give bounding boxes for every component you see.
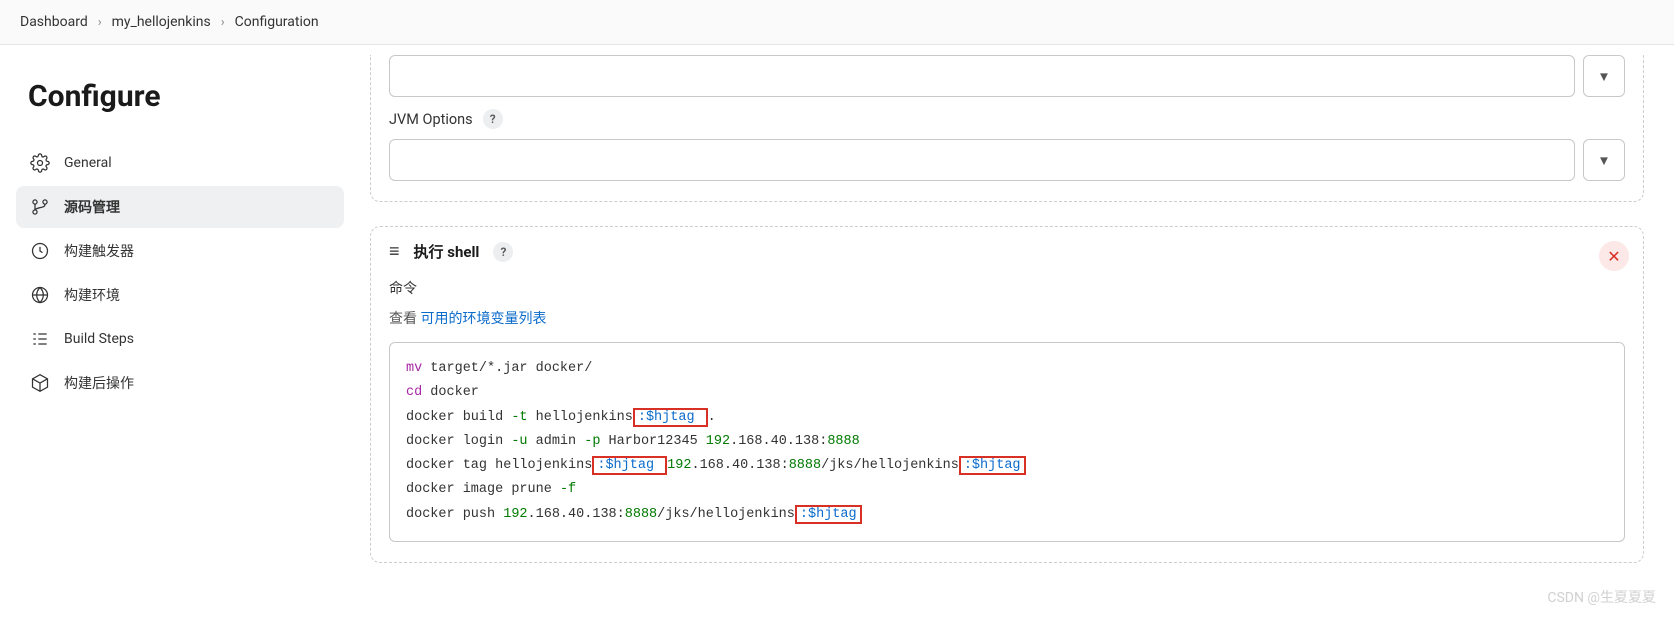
chevron-down-icon: ▼ <box>1597 153 1610 168</box>
sidebar-item-scm[interactable]: 源码管理 <box>16 186 344 228</box>
breadcrumb-item-project[interactable]: my_hellojenkins <box>112 14 211 30</box>
cube-icon <box>30 373 50 393</box>
sidebar: Configure General 源码管理 构建触发器 构建环境 <box>0 45 360 607</box>
main-content: ▼ JVM Options ? ▼ ✕ ≡ 执行 shell ? <box>360 45 1674 607</box>
chevron-right-icon: › <box>98 15 102 30</box>
sidebar-item-post-build[interactable]: 构建后操作 <box>16 362 344 404</box>
text-input-1[interactable] <box>389 55 1575 97</box>
drag-handle-icon[interactable]: ≡ <box>389 241 400 262</box>
breadcrumb: Dashboard › my_hellojenkins › Configurat… <box>0 0 1674 45</box>
shell-block-title: 执行 shell <box>414 241 480 262</box>
close-button[interactable]: ✕ <box>1599 241 1629 271</box>
sidebar-item-label: General <box>64 155 112 171</box>
config-block-top: ▼ JVM Options ? ▼ <box>370 55 1644 202</box>
sidebar-item-build-steps[interactable]: Build Steps <box>16 318 344 360</box>
sidebar-item-label: Build Steps <box>64 331 134 347</box>
clock-icon <box>30 241 50 261</box>
sidebar-item-triggers[interactable]: 构建触发器 <box>16 230 344 272</box>
globe-icon <box>30 285 50 305</box>
chevron-down-icon: ▼ <box>1597 69 1610 84</box>
shell-command-input[interactable]: mv target/*.jar docker/ cd docker docker… <box>389 342 1625 542</box>
sidebar-item-label: 构建触发器 <box>64 241 134 261</box>
close-icon: ✕ <box>1607 247 1620 266</box>
command-label: 命令 <box>389 278 1625 298</box>
help-icon[interactable]: ? <box>483 109 503 129</box>
sidebar-item-environment[interactable]: 构建环境 <box>16 274 344 316</box>
shell-block: ✕ ≡ 执行 shell ? 命令 查看 可用的环境变量列表 mv target… <box>370 226 1644 563</box>
jvm-options-label: JVM Options <box>389 111 473 128</box>
dropdown-button-1[interactable]: ▼ <box>1583 55 1625 97</box>
sidebar-item-label: 构建后操作 <box>64 373 134 393</box>
breadcrumb-item-configuration[interactable]: Configuration <box>235 14 319 30</box>
sidebar-item-label: 构建环境 <box>64 285 120 305</box>
gear-icon <box>30 153 50 173</box>
dropdown-button-2[interactable]: ▼ <box>1583 139 1625 181</box>
chevron-right-icon: › <box>221 15 225 30</box>
page-title: Configure <box>16 69 344 142</box>
jvm-options-input[interactable] <box>389 139 1575 181</box>
steps-icon <box>30 329 50 349</box>
branch-icon <box>30 197 50 217</box>
sidebar-item-general[interactable]: General <box>16 142 344 184</box>
sidebar-item-label: 源码管理 <box>64 197 120 217</box>
env-vars-link-row: 查看 可用的环境变量列表 <box>389 308 1625 328</box>
breadcrumb-item-dashboard[interactable]: Dashboard <box>20 14 88 30</box>
env-vars-link[interactable]: 可用的环境变量列表 <box>420 311 546 327</box>
help-icon[interactable]: ? <box>493 242 513 262</box>
